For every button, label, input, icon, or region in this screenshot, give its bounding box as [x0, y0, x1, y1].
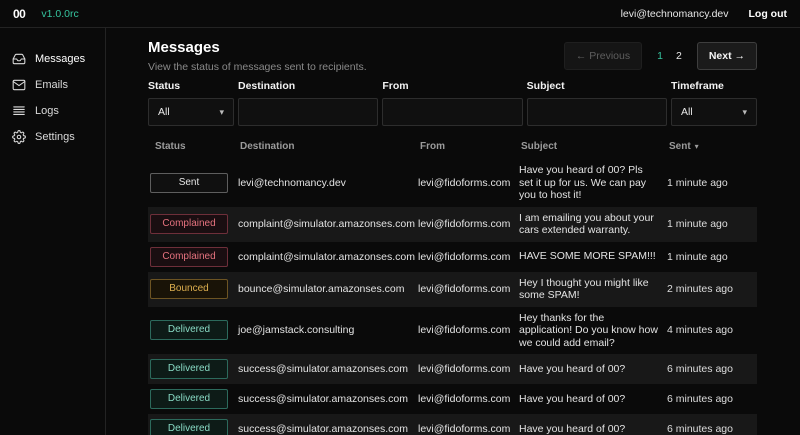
filters: Status All ▾ Destination From Subject Ti… [148, 80, 757, 126]
status-badge: Delivered [150, 419, 228, 435]
subject-cell: Have you heard of 00? [519, 384, 667, 414]
destination-filter-input[interactable] [238, 98, 378, 126]
next-button[interactable]: Next → [697, 42, 757, 70]
from-cell: levi@fidoforms.com [418, 414, 519, 435]
sent-cell: 1 minute ago [667, 207, 757, 242]
sidebar-item-settings[interactable]: Settings [0, 126, 105, 148]
subject-filter-input[interactable] [527, 98, 667, 126]
destination-cell: joe@jamstack.consulting [238, 307, 418, 355]
from-filter-input[interactable] [382, 98, 522, 126]
subject-cell: Hey I thought you might like some SPAM! [519, 272, 667, 307]
subject-cell: Have you heard of 00? Pls set it up for … [519, 159, 667, 207]
destination-cell: complaint@simulator.amazonses.com [238, 207, 418, 242]
page-title: Messages [148, 39, 367, 56]
subject-cell: I am emailing you about your cars extend… [519, 207, 667, 242]
subject-filter-label: Subject [527, 80, 667, 92]
status-badge: Sent [150, 173, 228, 193]
main-content: Messages View the status of messages sen… [106, 28, 800, 435]
pagination: ← Previous 1 2 Next → [564, 42, 757, 70]
subject-cell: HAVE SOME MORE SPAM!!! [519, 242, 667, 272]
sent-cell: 6 minutes ago [667, 414, 757, 435]
table-row[interactable]: Sent levi@technomancy.dev levi@fidoforms… [148, 159, 757, 207]
status-filter-label: Status [148, 80, 234, 92]
sent-cell: 1 minute ago [667, 242, 757, 272]
page-number-2[interactable]: 2 [676, 50, 682, 62]
status-badge: Delivered [150, 359, 228, 379]
column-header-from: From [418, 139, 519, 159]
sent-cell: 2 minutes ago [667, 272, 757, 307]
destination-cell: complaint@simulator.amazonses.com [238, 242, 418, 272]
from-filter-label: From [382, 80, 522, 92]
timeframe-filter-select[interactable]: All ▾ [671, 98, 757, 126]
sent-cell: 6 minutes ago [667, 384, 757, 414]
subject-cell: Have you heard of 00? [519, 354, 667, 384]
sidebar-item-emails[interactable]: Emails [0, 74, 105, 96]
from-cell: levi@fidoforms.com [418, 307, 519, 355]
page-number-1[interactable]: 1 [657, 50, 663, 62]
table-row[interactable]: Complained complaint@simulator.amazonses… [148, 207, 757, 242]
destination-cell: success@simulator.amazonses.com [238, 384, 418, 414]
from-cell: levi@fidoforms.com [418, 242, 519, 272]
app-logo[interactable]: 00 [13, 7, 25, 21]
messages-table: Status Destination From Subject Sent▾ Se… [148, 139, 757, 435]
table-row[interactable]: Delivered success@simulator.amazonses.co… [148, 384, 757, 414]
topbar: 00 v1.0.0rc levi@technomancy.dev Log out [0, 0, 800, 28]
chevron-down-icon: ▾ [742, 107, 747, 118]
subject-cell: Hey thanks for the application! Do you k… [519, 307, 667, 355]
column-header-destination: Destination [238, 139, 418, 159]
timeframe-filter-label: Timeframe [671, 80, 757, 92]
status-filter-value: All [158, 106, 170, 118]
sidebar-item-logs[interactable]: Logs [0, 100, 105, 122]
destination-cell: levi@technomancy.dev [238, 159, 418, 207]
table-row[interactable]: Bounced bounce@simulator.amazonses.com l… [148, 272, 757, 307]
from-cell: levi@fidoforms.com [418, 159, 519, 207]
from-cell: levi@fidoforms.com [418, 354, 519, 384]
sort-desc-icon: ▾ [695, 142, 699, 151]
sidebar-item-messages[interactable]: Messages [0, 48, 105, 70]
from-cell: levi@fidoforms.com [418, 272, 519, 307]
logs-icon [12, 104, 26, 118]
from-cell: levi@fidoforms.com [418, 384, 519, 414]
destination-cell: success@simulator.amazonses.com [238, 354, 418, 384]
table-row[interactable]: Delivered success@simulator.amazonses.co… [148, 414, 757, 435]
table-row[interactable]: Complained complaint@simulator.amazonses… [148, 242, 757, 272]
subject-cell: Have you heard of 00? [519, 414, 667, 435]
sidebar: Messages Emails Logs Settings [0, 28, 106, 435]
version-label: v1.0.0rc [41, 8, 78, 20]
previous-button[interactable]: ← Previous [564, 42, 642, 70]
from-cell: levi@fidoforms.com [418, 207, 519, 242]
status-badge: Complained [150, 247, 228, 267]
gear-icon [12, 130, 26, 144]
column-header-sent[interactable]: Sent▾ [667, 139, 757, 159]
status-badge: Complained [150, 214, 228, 234]
table-row[interactable]: Delivered success@simulator.amazonses.co… [148, 354, 757, 384]
chevron-down-icon: ▾ [219, 107, 224, 118]
sent-cell: 6 minutes ago [667, 354, 757, 384]
status-badge: Delivered [150, 320, 228, 340]
timeframe-filter-value: All [681, 106, 693, 118]
column-header-status: Status [148, 139, 238, 159]
status-badge: Bounced [150, 279, 228, 299]
status-badge: Delivered [150, 389, 228, 409]
sent-cell: 4 minutes ago [667, 307, 757, 355]
status-filter-select[interactable]: All ▾ [148, 98, 234, 126]
inbox-icon [12, 52, 26, 66]
destination-filter-label: Destination [238, 80, 378, 92]
table-row[interactable]: Delivered joe@jamstack.consulting levi@f… [148, 307, 757, 355]
page-subtitle: View the status of messages sent to reci… [148, 61, 367, 73]
envelope-icon [12, 78, 26, 92]
sent-cell: 1 minute ago [667, 159, 757, 207]
user-email: levi@technomancy.dev [621, 8, 729, 20]
destination-cell: success@simulator.amazonses.com [238, 414, 418, 435]
column-header-subject: Subject [519, 139, 667, 159]
destination-cell: bounce@simulator.amazonses.com [238, 272, 418, 307]
logout-link[interactable]: Log out [749, 8, 787, 20]
